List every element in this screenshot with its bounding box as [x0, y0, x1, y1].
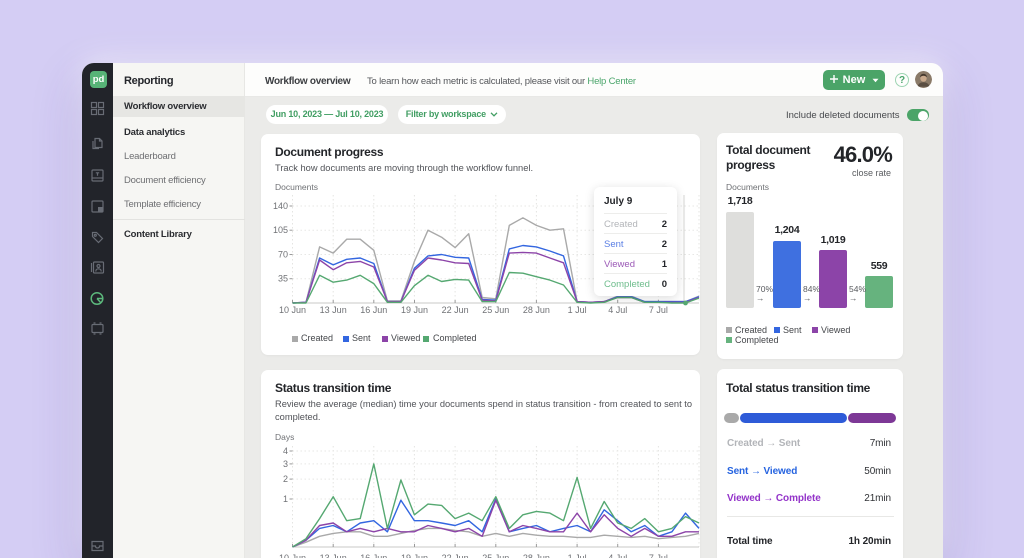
svg-text:16 Jun: 16 Jun [360, 553, 387, 558]
svg-text:4: 4 [283, 446, 288, 456]
svg-text:22 Jun: 22 Jun [442, 553, 469, 558]
svg-text:35: 35 [278, 274, 288, 284]
svg-text:2: 2 [283, 474, 288, 484]
svg-text:28 Jun: 28 Jun [523, 553, 550, 558]
svg-text:7 Jul: 7 Jul [649, 553, 668, 558]
svg-text:22 Jun: 22 Jun [442, 305, 469, 315]
svg-text:105: 105 [273, 225, 288, 235]
svg-text:13 Jun: 13 Jun [320, 305, 347, 315]
svg-text:7 Jul: 7 Jul [649, 305, 668, 315]
svg-text:70: 70 [278, 250, 288, 260]
svg-text:3: 3 [283, 459, 288, 469]
svg-text:4 Jul: 4 Jul [608, 553, 627, 558]
svg-text:28 Jun: 28 Jun [523, 305, 550, 315]
svg-text:25 Jun: 25 Jun [482, 553, 509, 558]
svg-text:19 Jun: 19 Jun [401, 553, 428, 558]
svg-text:1 Jul: 1 Jul [568, 305, 587, 315]
svg-text:16 Jun: 16 Jun [360, 305, 387, 315]
svg-text:19 Jun: 19 Jun [401, 305, 428, 315]
svg-text:25 Jun: 25 Jun [482, 305, 509, 315]
svg-text:140: 140 [273, 201, 288, 211]
svg-text:13 Jun: 13 Jun [320, 553, 347, 558]
svg-text:10 Jun: 10 Jun [279, 305, 306, 315]
svg-text:10 Jun: 10 Jun [279, 553, 306, 558]
svg-text:4 Jul: 4 Jul [608, 305, 627, 315]
svg-text:1: 1 [283, 494, 288, 504]
svg-text:1 Jul: 1 Jul [568, 553, 587, 558]
